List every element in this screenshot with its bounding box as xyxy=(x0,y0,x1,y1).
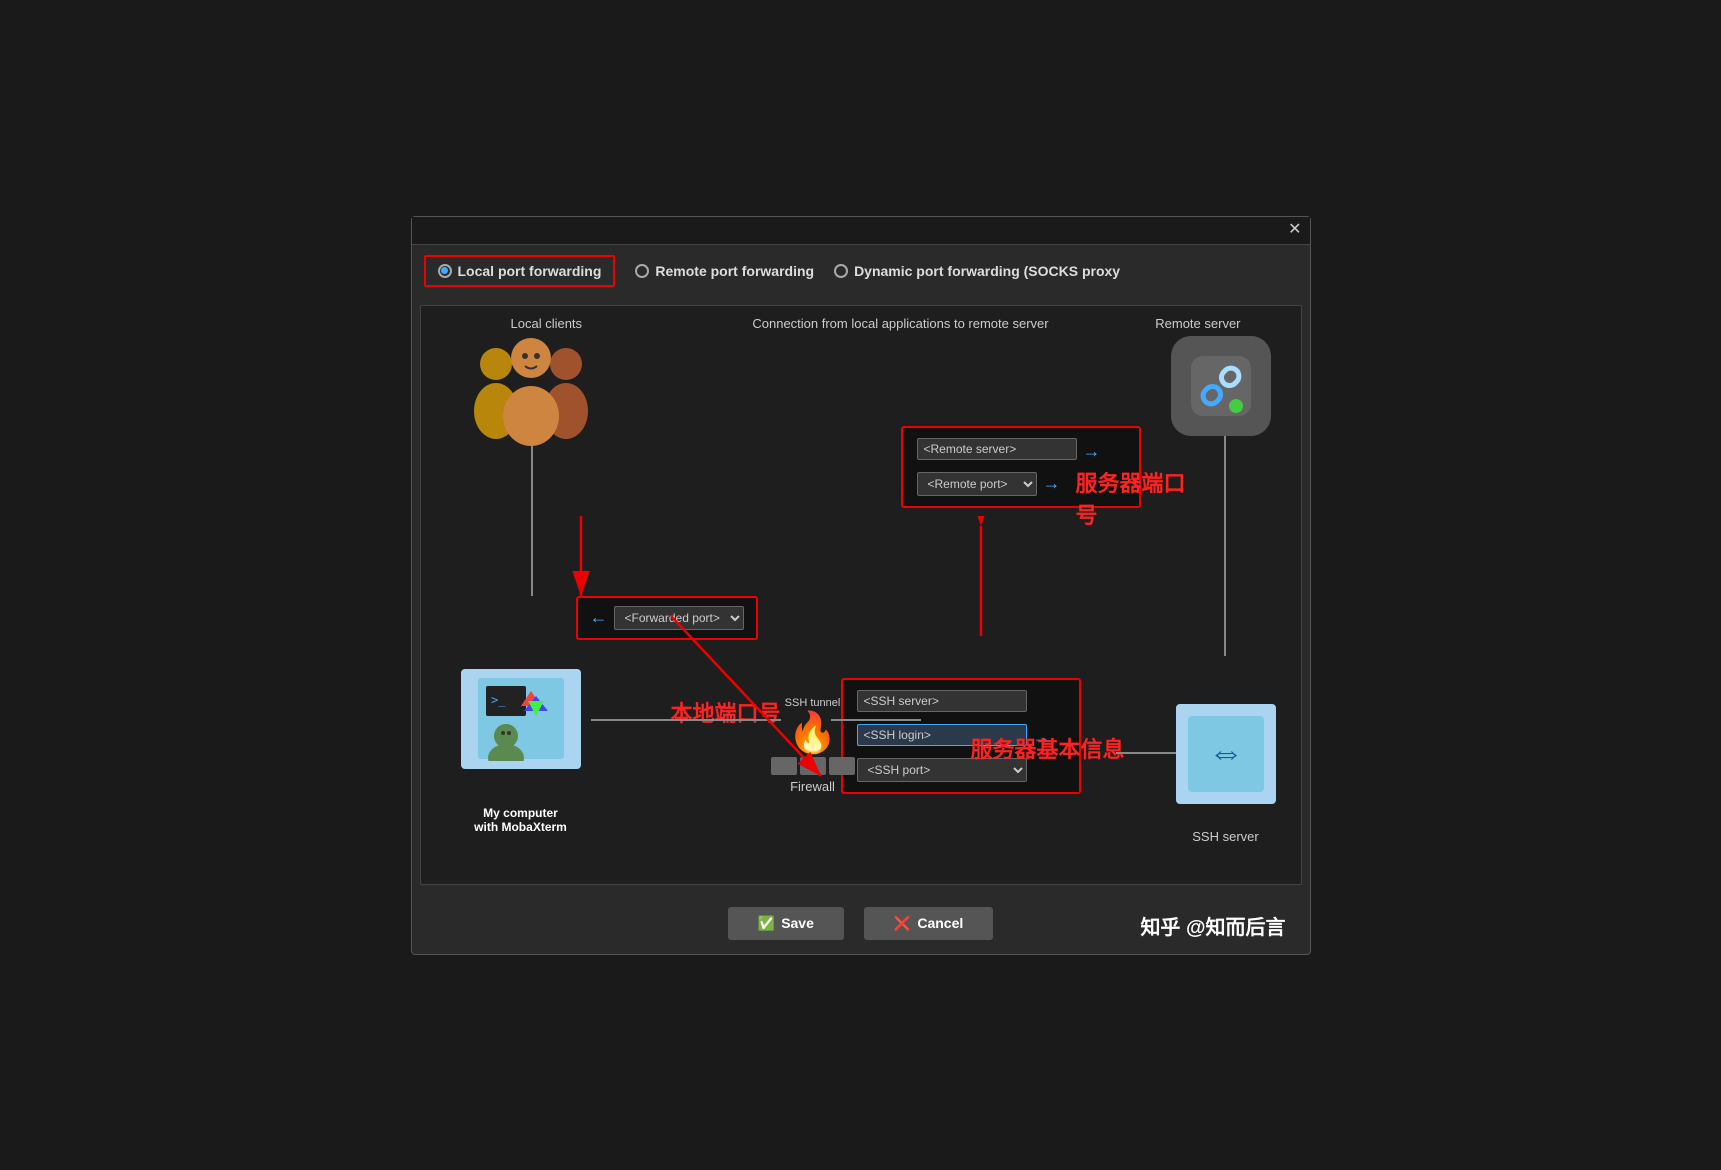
annot-server-info: 服务器基本信息 xyxy=(971,732,1125,764)
fw-block-3 xyxy=(829,757,855,775)
close-button[interactable]: ✕ xyxy=(1288,222,1301,238)
cancel-icon: ❌ xyxy=(894,915,911,932)
computer-screen: >_ xyxy=(461,669,581,769)
cancel-label: Cancel xyxy=(917,915,963,931)
radio-remote-port-forwarding[interactable]: Remote port forwarding xyxy=(635,263,814,279)
people-group xyxy=(461,336,601,446)
line-remote-to-ssh xyxy=(1224,436,1226,656)
firewall-blocks xyxy=(771,757,855,775)
ssh-server-input[interactable] xyxy=(857,690,1027,712)
arrow-right-remote-icon: → xyxy=(1083,441,1101,462)
line-firewall-ssh xyxy=(831,719,921,721)
remote-server-row: → xyxy=(917,438,1125,466)
arrow-left-icon: ← xyxy=(590,607,608,628)
svg-text:⇔: ⇔ xyxy=(1208,731,1244,772)
radio-label-remote: Remote port forwarding xyxy=(655,263,814,279)
forwarded-port-select[interactable]: <Forwarded port> xyxy=(614,606,744,630)
cancel-button[interactable]: ❌ Cancel xyxy=(864,907,993,940)
radio-dot-remote xyxy=(635,264,649,278)
ssh-server-label: SSH server xyxy=(1166,829,1286,844)
fw-block-1 xyxy=(771,757,797,775)
my-computer-label: My computerwith MobaXterm xyxy=(451,806,591,834)
fw-block-2 xyxy=(800,757,826,775)
svg-text:>_: >_ xyxy=(491,693,506,707)
my-computer-text: My computerwith MobaXterm xyxy=(474,806,567,834)
remote-server-icon xyxy=(1171,336,1271,436)
arrow-right-remote-port-icon: → xyxy=(1043,473,1061,494)
main-dialog: ✕ Local port forwarding Remote port forw… xyxy=(411,216,1311,955)
diagram-area: Local clients Connection from local appl… xyxy=(420,305,1302,885)
label-connection: Connection from local applications to re… xyxy=(741,316,1061,331)
label-local-clients: Local clients xyxy=(511,316,583,331)
forwarded-port-box: ← <Forwarded port> xyxy=(576,596,758,640)
radio-label-dynamic: Dynamic port forwarding (SOCKS proxy xyxy=(854,263,1120,279)
annot-server-port: 服务器端口号 xyxy=(1075,466,1185,530)
radio-dot-local xyxy=(438,264,452,278)
label-remote-server: Remote server xyxy=(1155,316,1240,331)
my-computer-visual: >_ xyxy=(461,669,581,769)
save-label: Save xyxy=(781,915,814,931)
ssh-server-box: ⇔ xyxy=(1176,704,1276,804)
firewall-area: SSH tunnel 🔥 Firewall xyxy=(771,697,855,794)
annot-local-port: 本地端口号 xyxy=(671,696,781,728)
line-ssh-to-server xyxy=(1116,752,1176,754)
remote-port-select[interactable]: <Remote port> xyxy=(917,472,1037,496)
radio-label-local: Local port forwarding xyxy=(458,263,602,279)
red-arrow-ssh-to-remote xyxy=(961,516,1001,646)
radio-dot-dynamic xyxy=(834,264,848,278)
radio-bar: Local port forwarding Remote port forwar… xyxy=(412,245,1310,297)
radio-dynamic-port-forwarding[interactable]: Dynamic port forwarding (SOCKS proxy xyxy=(834,263,1120,279)
ssh-server-row xyxy=(857,690,1065,718)
radio-local-port-forwarding[interactable]: Local port forwarding xyxy=(424,255,616,287)
save-button[interactable]: ✅ Save xyxy=(728,907,844,940)
save-icon: ✅ xyxy=(758,915,775,932)
line-computer-firewall xyxy=(591,719,781,721)
line-people-to-computer xyxy=(531,446,533,596)
firewall-visual: 🔥 xyxy=(771,713,855,775)
watermark: 知乎 @知而后言 xyxy=(1140,911,1285,940)
ssh-tunnel-label: SSH tunnel xyxy=(771,697,855,709)
title-bar: ✕ xyxy=(412,217,1310,245)
remote-server-input[interactable] xyxy=(917,438,1077,460)
firewall-label: Firewall xyxy=(771,779,855,794)
